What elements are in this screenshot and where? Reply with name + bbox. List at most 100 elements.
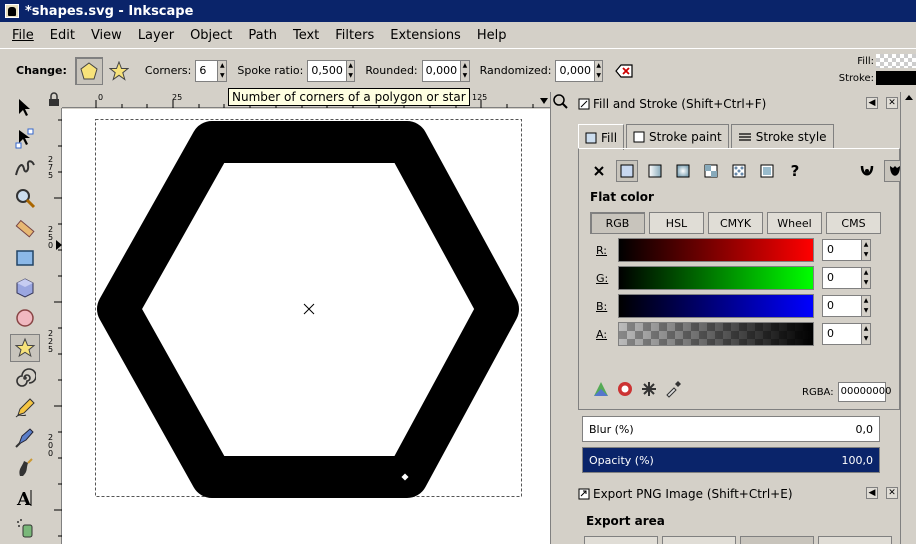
- rounded-spinbox[interactable]: 0,000 ▲ ▼: [421, 59, 470, 82]
- star-polygon-tool[interactable]: [10, 334, 40, 362]
- red-slider[interactable]: [618, 238, 814, 262]
- blue-stepper[interactable]: ▲ ▼: [862, 295, 871, 317]
- export-area-drawing-button[interactable]: [662, 536, 736, 544]
- corners-spinbox[interactable]: 6 ▲ ▼: [195, 59, 228, 82]
- fill-rule-evenodd-icon: [860, 165, 874, 176]
- polygon-mode-button[interactable]: [74, 56, 103, 85]
- text-tool[interactable]: A: [10, 484, 40, 512]
- menu-view[interactable]: View: [91, 28, 122, 43]
- linear-gradient-button[interactable]: [644, 160, 666, 182]
- mode-cmyk[interactable]: CMYK: [708, 212, 763, 234]
- export-area-page-button[interactable]: [584, 536, 658, 544]
- no-paint-button[interactable]: [588, 160, 610, 182]
- blue-slider[interactable]: [618, 294, 814, 318]
- guide-lock-toggle[interactable]: [46, 92, 62, 108]
- calligraphy-tool[interactable]: [10, 454, 40, 482]
- alpha-slider[interactable]: [618, 322, 814, 346]
- tab-fill[interactable]: Fill: [578, 124, 625, 150]
- color-tools-row: [592, 380, 682, 398]
- reset-defaults-button[interactable]: [615, 63, 634, 78]
- pattern-button[interactable]: [728, 160, 750, 182]
- pencil-tool[interactable]: [10, 394, 40, 422]
- tab-stroke-style-label: Stroke style: [755, 129, 827, 144]
- green-slider[interactable]: [618, 266, 814, 290]
- pen-tool[interactable]: [10, 424, 40, 452]
- menu-file[interactable]: File: [12, 28, 34, 43]
- rgba-input[interactable]: 00000000: [837, 382, 892, 402]
- randomized-stepper[interactable]: ▲ ▼: [593, 60, 603, 81]
- magnifier-icon: [16, 189, 36, 209]
- menu-help[interactable]: Help: [477, 28, 507, 43]
- fill-rule-evenodd-button[interactable]: [856, 160, 878, 182]
- 3d-box-tool[interactable]: [10, 274, 40, 302]
- mode-hsl[interactable]: HSL: [649, 212, 704, 234]
- export-area-custom-button[interactable]: [818, 536, 892, 544]
- scroll-up-icon[interactable]: [901, 92, 916, 104]
- fill-swatch[interactable]: [876, 54, 916, 68]
- alpha-value-input[interactable]: 0: [822, 323, 862, 345]
- randomized-value: 0,000: [559, 63, 591, 77]
- red-stepper[interactable]: ▲ ▼: [862, 239, 871, 261]
- tab-stroke-style[interactable]: Stroke style: [730, 124, 834, 148]
- flat-color-button[interactable]: [616, 160, 638, 182]
- drawing-canvas[interactable]: [62, 109, 550, 544]
- spiral-tool[interactable]: [10, 364, 40, 392]
- zoom-tool[interactable]: [10, 184, 40, 212]
- panel-close-button[interactable]: ✕: [886, 97, 898, 109]
- mode-rgb[interactable]: RGB: [590, 212, 645, 234]
- unset-paint-button[interactable]: ?: [784, 160, 806, 182]
- export-panel-close-button[interactable]: ✕: [886, 487, 898, 499]
- mode-wheel[interactable]: Wheel: [767, 212, 822, 234]
- eyedropper-icon[interactable]: [664, 380, 682, 398]
- corners-stepper[interactable]: ▲ ▼: [217, 60, 227, 81]
- red-value-input[interactable]: 0: [822, 239, 862, 261]
- radial-gradient-button[interactable]: [672, 160, 694, 182]
- swatch-button[interactable]: [756, 160, 778, 182]
- menu-path[interactable]: Path: [248, 28, 277, 43]
- menu-object[interactable]: Object: [190, 28, 232, 43]
- fill-stroke-indicator[interactable]: Fill: Stroke:: [836, 49, 916, 93]
- alpha-stepper[interactable]: ▲ ▼: [862, 323, 871, 345]
- tweak-tool[interactable]: [10, 154, 40, 182]
- menu-extensions[interactable]: Extensions: [390, 28, 461, 43]
- fill-stroke-panel-title: Fill and Stroke (Shift+Ctrl+F): [593, 97, 767, 111]
- rounded-stepper[interactable]: ▲ ▼: [460, 60, 469, 81]
- out-of-gamut-icon[interactable]: [616, 380, 634, 398]
- menu-edit[interactable]: Edit: [50, 28, 75, 43]
- spoke-ratio-stepper[interactable]: ▲ ▼: [345, 60, 355, 81]
- tab-stroke-paint[interactable]: Stroke paint: [626, 124, 729, 148]
- color-managed-icon[interactable]: [592, 380, 610, 398]
- star-mode-button[interactable]: [105, 57, 133, 85]
- menu-layer[interactable]: Layer: [138, 28, 174, 43]
- measure-tool[interactable]: [10, 214, 40, 242]
- ellipse-tool[interactable]: [10, 304, 40, 332]
- mode-cms[interactable]: CMS: [826, 212, 881, 234]
- green-stepper[interactable]: ▲ ▼: [862, 267, 871, 289]
- panel-iconify-button[interactable]: ◀: [866, 97, 878, 109]
- canvas-vertical-scrollbar[interactable]: [550, 92, 572, 544]
- stroke-swatch[interactable]: [876, 71, 916, 85]
- selector-tool[interactable]: [10, 94, 40, 122]
- right-dock: Fill and Stroke (Shift+Ctrl+F) ◀ ✕ Fill …: [574, 92, 916, 544]
- ruler-label: 25: [172, 93, 183, 102]
- randomized-spinbox[interactable]: 0,000 ▲ ▼: [555, 59, 604, 82]
- inkscape-app-icon[interactable]: [5, 4, 19, 18]
- export-area-selection-button[interactable]: [740, 536, 814, 544]
- node-tool[interactable]: [10, 124, 40, 152]
- menu-filters[interactable]: Filters: [335, 28, 374, 43]
- too-much-ink-icon[interactable]: [640, 380, 658, 398]
- mesh-gradient-button[interactable]: [700, 160, 722, 182]
- blur-slider[interactable]: Blur (%) 0,0: [582, 416, 880, 442]
- menu-text[interactable]: Text: [293, 28, 319, 43]
- rectangle-tool[interactable]: [10, 244, 40, 272]
- export-panel-iconify-button[interactable]: ◀: [866, 487, 878, 499]
- green-value-input[interactable]: 0: [822, 267, 862, 289]
- dock-vertical-scrollbar[interactable]: [900, 92, 916, 544]
- spoke-ratio-spinbox[interactable]: 0,500 ▲ ▼: [307, 59, 356, 82]
- spray-tool[interactable]: [10, 514, 40, 542]
- opacity-slider[interactable]: Opacity (%) 100,0: [582, 447, 880, 473]
- blue-value-input[interactable]: 0: [822, 295, 862, 317]
- zoom-correction-button[interactable]: [551, 93, 571, 109]
- vertical-ruler[interactable]: 2 7 5 2 5 0 2 2 5 2 0 0: [46, 108, 62, 544]
- tool-controls-bar: Change: Corners: 6 ▲ ▼ Spoke ratio: 0,500…: [0, 48, 916, 92]
